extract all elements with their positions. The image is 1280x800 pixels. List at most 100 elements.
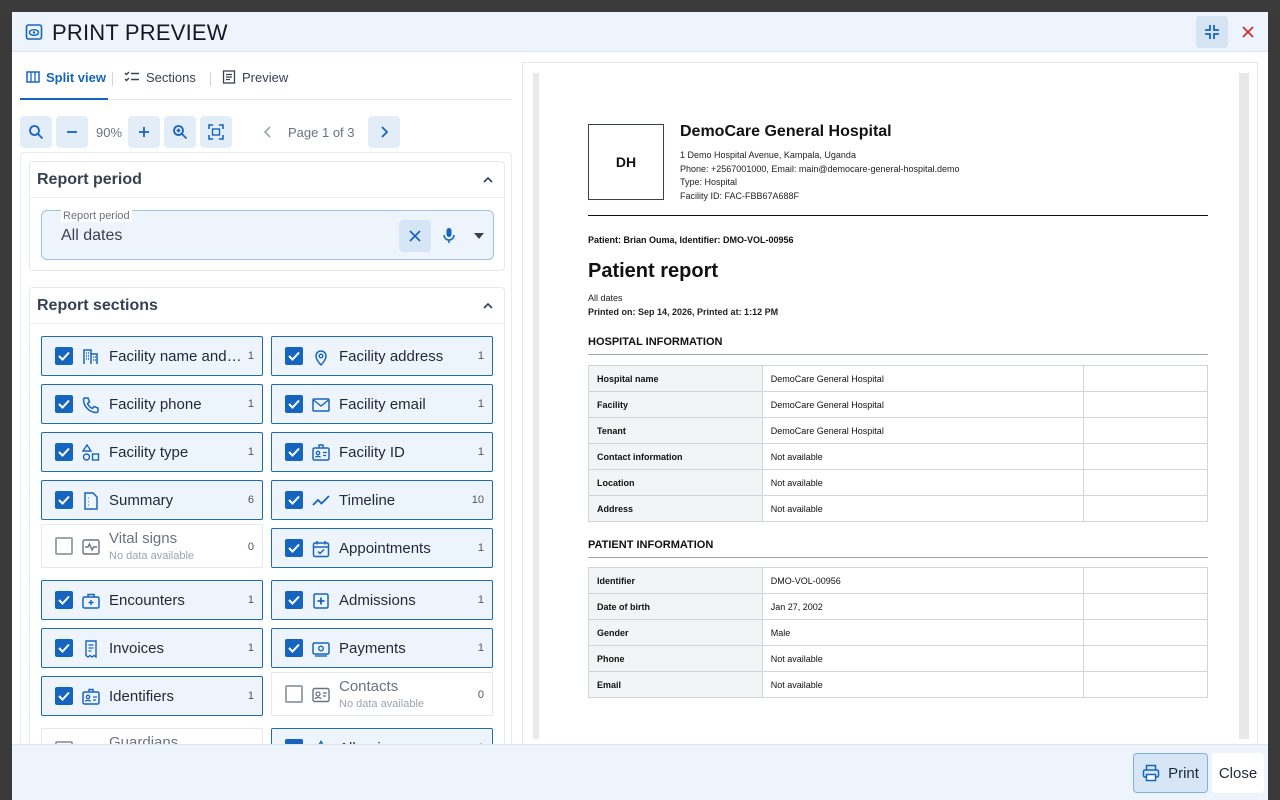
checkbox-checked[interactable]: [285, 639, 303, 657]
section-item-facility-email[interactable]: Facility email 1: [271, 384, 493, 424]
row-extra: [1083, 391, 1208, 418]
row-value: DemoCare General Hospital: [761, 365, 1085, 392]
hospital-name: DemoCare General Hospital: [680, 123, 892, 140]
section-label: Facility ID: [339, 444, 405, 461]
chevron-up-icon: [483, 176, 493, 183]
patient-line: Patient: Brian Ouma, Identifier: DMO-VOL…: [588, 235, 794, 245]
check-icon: [288, 399, 300, 409]
checkbox-checked[interactable]: [55, 395, 73, 413]
heart-monitor-icon: [81, 537, 101, 557]
row-extra: [1083, 469, 1208, 496]
close-button[interactable]: Close: [1212, 753, 1264, 793]
settings-scroll-area[interactable]: Report period Report period All dates Re…: [20, 152, 512, 748]
checkbox-checked[interactable]: [285, 347, 303, 365]
section-label: Facility email: [339, 396, 426, 413]
checkbox-unchecked[interactable]: [55, 537, 73, 555]
section-item-vital-signs[interactable]: Vital signs No data available 0: [41, 524, 263, 568]
tab-sections[interactable]: Sections: [124, 70, 196, 100]
section-item-facility-type[interactable]: Facility type 1: [41, 432, 263, 472]
fit-screen-icon: [208, 124, 224, 140]
checkbox-checked[interactable]: [285, 539, 303, 557]
zoom-out-button[interactable]: [56, 116, 88, 148]
location-pin-icon: [311, 347, 331, 367]
section-item-admissions[interactable]: Admissions 1: [271, 580, 493, 620]
row-value: DemoCare General Hospital: [761, 391, 1085, 418]
row-key: Hospital name: [588, 365, 763, 392]
section-item-facility-phone[interactable]: Facility phone 1: [41, 384, 263, 424]
checkbox-checked[interactable]: [55, 443, 73, 461]
checkbox-checked[interactable]: [55, 639, 73, 657]
checkbox-checked[interactable]: [285, 491, 303, 509]
table-row: Gender Male: [588, 619, 1208, 646]
check-icon: [288, 447, 300, 457]
zoom-in-button[interactable]: [128, 116, 160, 148]
checkbox-checked[interactable]: [55, 491, 73, 509]
modal-footer: Print Close: [12, 744, 1268, 800]
report-title: Patient report: [588, 260, 719, 282]
row-key: Facility: [588, 391, 763, 418]
page-indicator: Page 1 of 3: [288, 125, 355, 140]
dropdown-toggle[interactable]: [467, 224, 491, 248]
hospital-plus-icon: [311, 591, 331, 611]
checkbox-checked[interactable]: [55, 591, 73, 609]
report-sections-header[interactable]: Report sections: [30, 288, 504, 324]
section-count: 0: [477, 689, 484, 701]
zoom-search-button[interactable]: [20, 116, 52, 148]
checklist-icon: [124, 71, 139, 82]
printer-icon: [1142, 764, 1160, 782]
check-icon: [288, 351, 300, 361]
row-extra: [1083, 645, 1208, 672]
patient-info-heading: PATIENT INFORMATION: [588, 539, 1208, 558]
summary-doc-icon: [81, 491, 101, 511]
tab-preview[interactable]: Preview: [222, 70, 288, 100]
section-item-facility-address[interactable]: Facility address 1: [271, 336, 493, 376]
checkbox-checked[interactable]: [55, 687, 73, 705]
checkbox-checked[interactable]: [55, 347, 73, 365]
microphone-icon: [443, 228, 455, 243]
section-item-appointments[interactable]: Appointments 1: [271, 528, 493, 568]
calendar-check-icon: [311, 539, 331, 559]
checkbox-checked[interactable]: [285, 443, 303, 461]
section-count: 1: [477, 542, 484, 554]
table-row: Identifier DMO-VOL-00956: [588, 567, 1208, 594]
section-item-payments[interactable]: Payments 1: [271, 628, 493, 668]
section-count: 6: [247, 494, 254, 506]
checkbox-checked[interactable]: [285, 591, 303, 609]
section-item-invoices[interactable]: Invoices 1: [41, 628, 263, 668]
tab-split-view[interactable]: Split view: [20, 70, 108, 100]
print-button[interactable]: Print: [1133, 753, 1208, 793]
next-page-button[interactable]: [368, 116, 400, 148]
report-period-header[interactable]: Report period: [30, 162, 504, 198]
section-count: 0: [247, 541, 254, 553]
hospital-address: 1 Demo Hospital Avenue, Kampala, Uganda: [680, 150, 856, 160]
close-icon-button[interactable]: [1232, 16, 1264, 48]
row-value: Jan 27, 2002: [761, 593, 1085, 620]
section-item-summary[interactable]: Summary 6: [41, 480, 263, 520]
checkbox-unchecked[interactable]: [285, 685, 303, 703]
section-item-facility-id[interactable]: Facility ID 1: [271, 432, 493, 472]
checkbox-checked[interactable]: [285, 395, 303, 413]
zoom-reset-button[interactable]: [164, 116, 196, 148]
voice-input-button[interactable]: [437, 224, 461, 248]
section-count: 1: [247, 642, 254, 654]
section-item-contacts[interactable]: Contacts No data available 0: [271, 672, 493, 716]
section-item-identifiers[interactable]: Identifiers 1: [41, 676, 263, 716]
fit-page-button[interactable]: [200, 116, 232, 148]
clear-button[interactable]: [399, 220, 431, 252]
section-label: Facility type: [109, 444, 189, 461]
section-item-facility-name-and-logo[interactable]: Facility name and l... 1: [41, 336, 263, 376]
section-label: Vital signs: [109, 530, 178, 547]
close-icon: [1242, 26, 1254, 38]
prev-page-button[interactable]: [252, 116, 284, 148]
mail-icon: [311, 395, 331, 415]
report-period-select[interactable]: Report period All dates: [41, 210, 494, 260]
section-subtext: No data available: [109, 550, 195, 562]
exit-fullscreen-button[interactable]: [1196, 16, 1228, 48]
contact-card-icon: [311, 685, 331, 705]
row-extra: [1083, 619, 1208, 646]
section-item-timeline[interactable]: Timeline 10: [271, 480, 493, 520]
section-item-encounters[interactable]: Encounters 1: [41, 580, 263, 620]
payment-icon: [311, 639, 331, 659]
preview-scroll[interactable]: DH DemoCare General Hospital 1 Demo Hosp…: [533, 73, 1249, 739]
header-divider: [588, 215, 1208, 216]
